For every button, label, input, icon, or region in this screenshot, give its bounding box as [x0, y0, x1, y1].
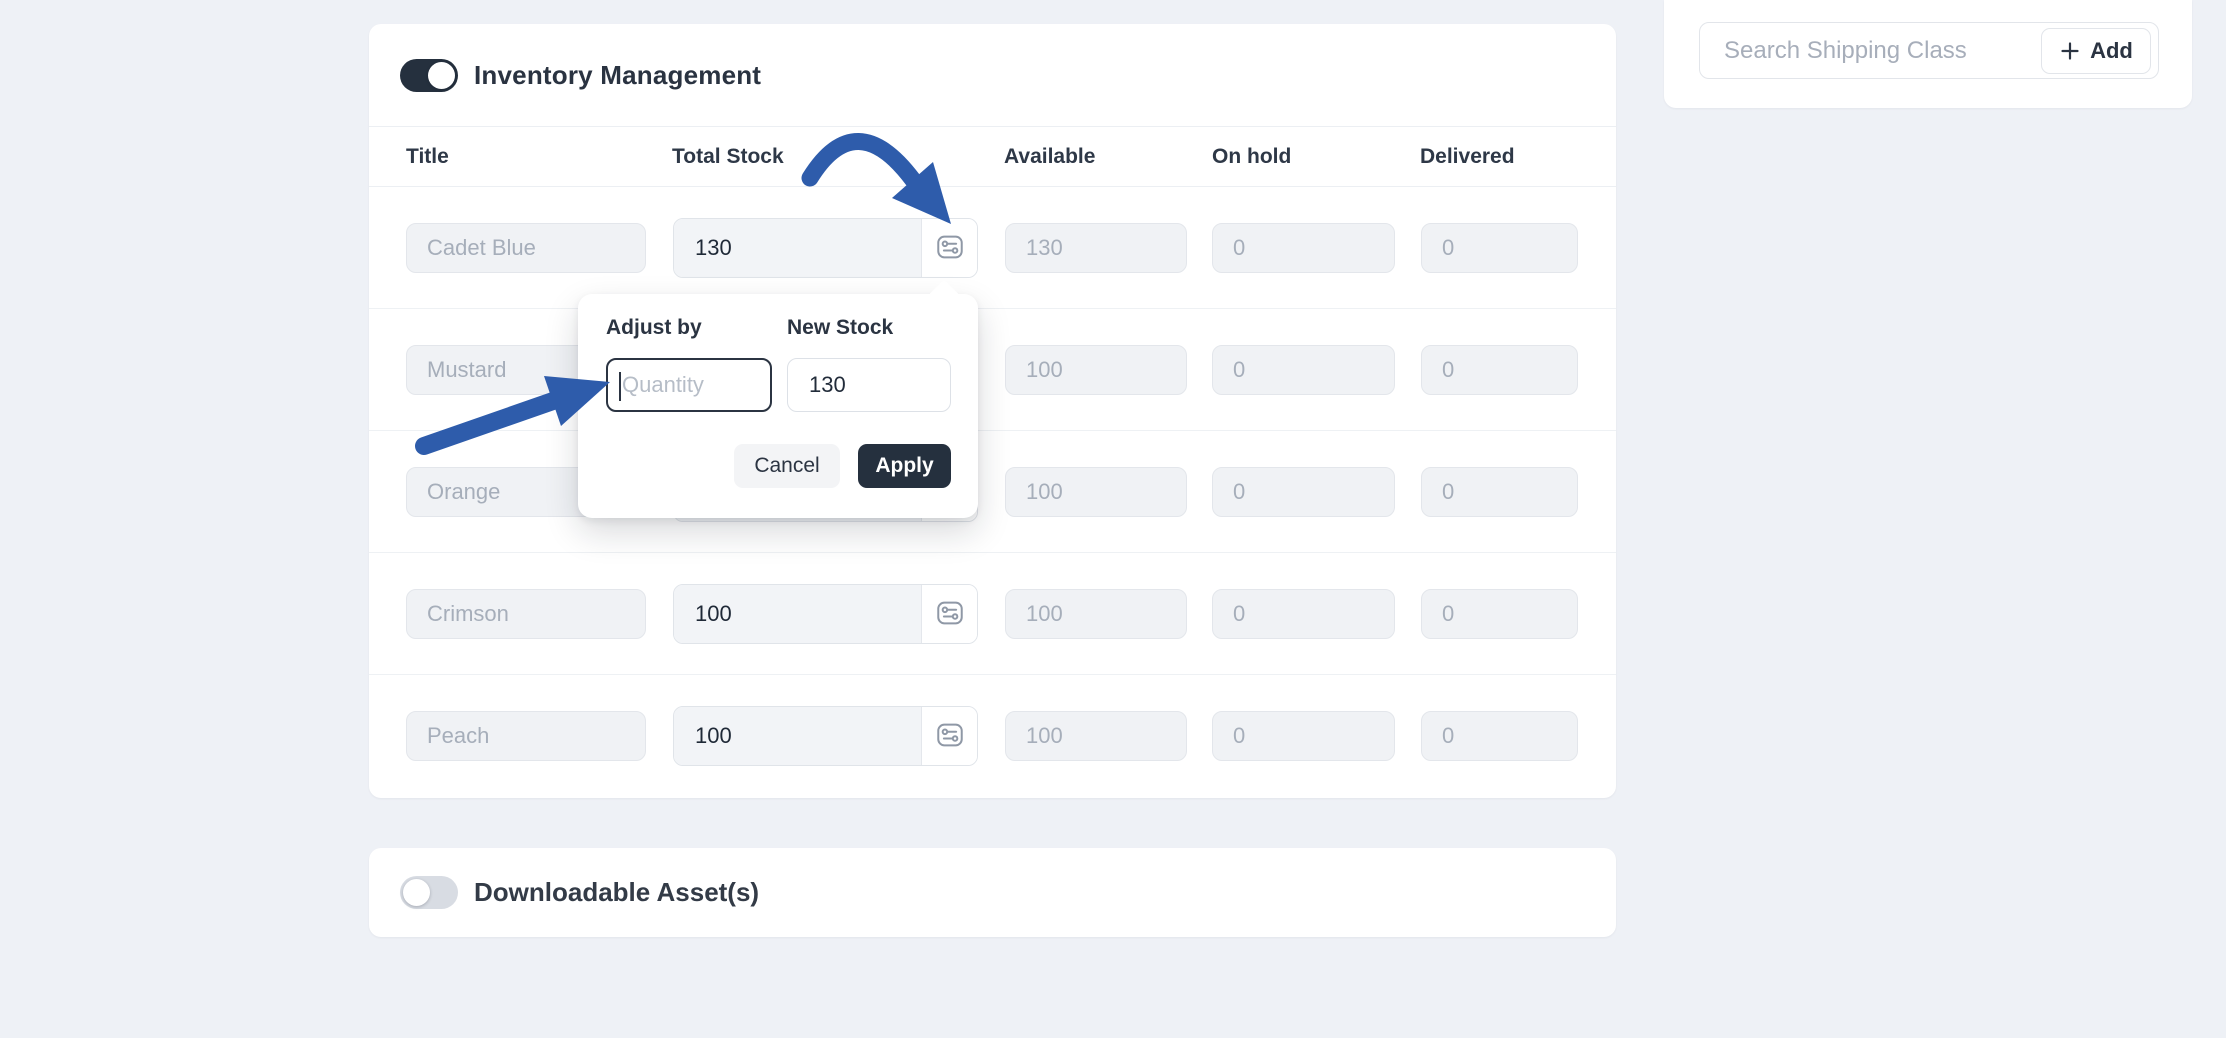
downloadable-assets-title: Downloadable Asset(s) — [474, 877, 759, 908]
new-stock-input[interactable] — [787, 358, 951, 412]
variation-title-input — [406, 711, 646, 761]
variation-title-input — [406, 589, 646, 639]
new-stock-label: New Stock — [787, 316, 893, 340]
column-header-title: Title — [406, 127, 449, 187]
on-hold-input — [1212, 467, 1395, 517]
column-header-total-stock: Total Stock — [672, 127, 784, 187]
shipping-class-panel: Add — [1664, 0, 2192, 108]
inventory-title: Inventory Management — [474, 60, 761, 91]
adjust-stock-popover: Adjust by New Stock Cancel Apply — [578, 294, 978, 518]
on-hold-input — [1212, 345, 1395, 395]
plus-icon — [2059, 40, 2081, 62]
table-row — [369, 431, 1616, 553]
delivered-input — [1421, 223, 1578, 273]
quantity-field-wrap — [606, 358, 772, 412]
adjust-stock-button[interactable] — [921, 707, 977, 765]
on-hold-input — [1212, 589, 1395, 639]
on-hold-input — [1212, 711, 1395, 761]
table-row — [369, 553, 1616, 675]
delivered-input — [1421, 345, 1578, 395]
available-input — [1005, 711, 1187, 761]
sliders-icon — [933, 597, 967, 632]
total-stock-input[interactable] — [674, 219, 921, 277]
quantity-input[interactable] — [608, 360, 770, 410]
delivered-input — [1421, 711, 1578, 761]
apply-button[interactable]: Apply — [858, 444, 951, 488]
total-stock-input[interactable] — [674, 707, 921, 765]
inventory-card-header: Inventory Management — [369, 24, 1616, 127]
total-stock-group — [673, 218, 978, 278]
total-stock-input[interactable] — [674, 585, 921, 643]
add-button-label: Add — [2090, 38, 2133, 64]
downloadable-assets-card: Downloadable Asset(s) — [369, 848, 1616, 937]
column-header-delivered: Delivered — [1420, 127, 1515, 187]
total-stock-group — [673, 584, 978, 644]
table-row — [369, 187, 1616, 309]
column-header-available: Available — [1004, 127, 1095, 187]
toggle-knob — [428, 62, 455, 89]
inventory-management-toggle[interactable] — [400, 59, 458, 92]
shipping-class-search-wrap: Add — [1699, 22, 2159, 79]
add-shipping-class-button[interactable]: Add — [2041, 28, 2151, 74]
inventory-table-header: Title Total Stock Available On hold Deli… — [369, 127, 1616, 187]
cancel-button[interactable]: Cancel — [734, 444, 840, 488]
variation-title-input — [406, 223, 646, 273]
adjust-by-label: Adjust by — [606, 316, 702, 340]
total-stock-group — [673, 706, 978, 766]
available-input — [1005, 589, 1187, 639]
table-row — [369, 309, 1616, 431]
inventory-card: Inventory Management Title Total Stock A… — [369, 24, 1616, 798]
available-input — [1005, 467, 1187, 517]
on-hold-input — [1212, 223, 1395, 273]
available-input — [1005, 345, 1187, 395]
adjust-stock-button[interactable] — [921, 219, 977, 277]
toggle-knob — [403, 879, 430, 906]
delivered-input — [1421, 467, 1578, 517]
text-cursor — [619, 372, 621, 401]
available-input — [1005, 223, 1187, 273]
column-header-on-hold: On hold — [1212, 127, 1291, 187]
delivered-input — [1421, 589, 1578, 639]
downloadable-assets-toggle[interactable] — [400, 876, 458, 909]
sliders-icon — [933, 231, 967, 266]
table-row — [369, 675, 1616, 797]
sliders-icon — [933, 719, 967, 754]
adjust-stock-button[interactable] — [921, 585, 977, 643]
